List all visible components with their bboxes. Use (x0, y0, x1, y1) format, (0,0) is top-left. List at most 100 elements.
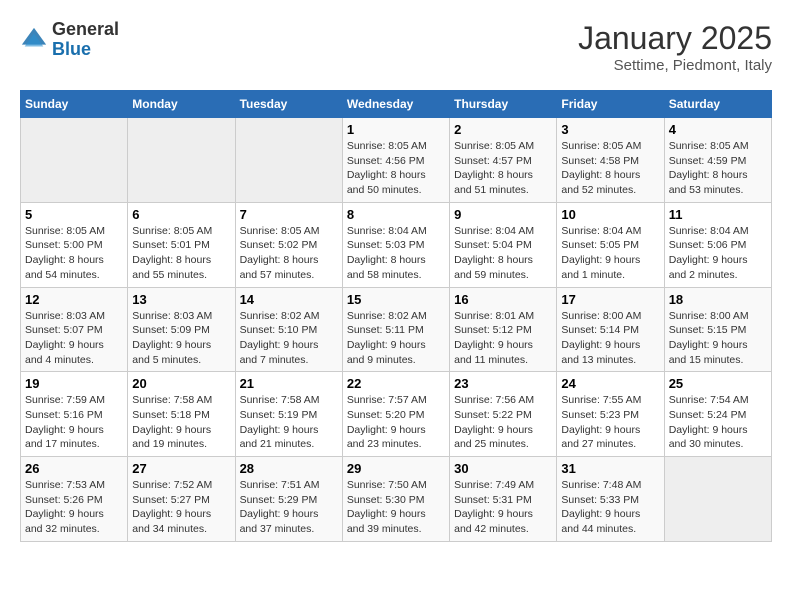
calendar-cell: 4 Sunrise: 8:05 AMSunset: 4:59 PMDaylight… (664, 118, 771, 203)
day-number: 2 (454, 122, 552, 137)
calendar-cell: 21 Sunrise: 7:58 AMSunset: 5:19 PMDayligh… (235, 372, 342, 457)
calendar-cell: 19Sunrise: 7:59 AMSunset: 5:16 PMDayligh… (21, 372, 128, 457)
calendar-cell: 15 Sunrise: 8:02 AMSunset: 5:11 PMDayligh… (342, 287, 449, 372)
logo-general: General (52, 20, 119, 40)
day-number: 30 (454, 461, 552, 476)
calendar-cell: 23 Sunrise: 7:56 AMSunset: 5:22 PMDayligh… (450, 372, 557, 457)
day-info: Sunrise: 8:04 AMSunset: 5:03 PMDaylight:… (347, 224, 445, 283)
logo-icon (20, 26, 48, 54)
day-info: Sunrise: 8:05 AMSunset: 5:01 PMDaylight:… (132, 224, 230, 283)
calendar-cell: 17 Sunrise: 8:00 AMSunset: 5:14 PMDayligh… (557, 287, 664, 372)
day-info: Sunrise: 8:05 AMSunset: 5:02 PMDaylight:… (240, 224, 338, 283)
day-number: 3 (561, 122, 659, 137)
day-info: Sunrise: 8:05 AMSunset: 4:56 PMDaylight:… (347, 139, 445, 198)
day-number: 10 (561, 207, 659, 222)
day-number: 13 (132, 292, 230, 307)
day-info: Sunrise: 7:49 AMSunset: 5:31 PMDaylight:… (454, 478, 552, 537)
day-info: Sunrise: 7:53 AMSunset: 5:26 PMDaylight:… (25, 478, 123, 537)
title-block: January 2025 Settime, Piedmont, Italy (578, 20, 772, 74)
day-info: Sunrise: 7:54 AMSunset: 5:24 PMDaylight:… (669, 393, 767, 452)
day-info: Sunrise: 7:51 AMSunset: 5:29 PMDaylight:… (240, 478, 338, 537)
calendar-cell: 25 Sunrise: 7:54 AMSunset: 5:24 PMDayligh… (664, 372, 771, 457)
day-number: 21 (240, 376, 338, 391)
day-info: Sunrise: 8:02 AMSunset: 5:10 PMDaylight:… (240, 309, 338, 368)
day-info: Sunrise: 7:52 AMSunset: 5:27 PMDaylight:… (132, 478, 230, 537)
day-info: Sunrise: 8:00 AMSunset: 5:14 PMDaylight:… (561, 309, 659, 368)
day-info: Sunrise: 8:04 AMSunset: 5:06 PMDaylight:… (669, 224, 767, 283)
calendar-cell: 13 Sunrise: 8:03 AMSunset: 5:09 PMDayligh… (128, 287, 235, 372)
day-info: Sunrise: 7:55 AMSunset: 5:23 PMDaylight:… (561, 393, 659, 452)
day-info: Sunrise: 7:58 AMSunset: 5:19 PMDaylight:… (240, 393, 338, 452)
calendar-body: 1Sunrise: 8:05 AMSunset: 4:56 PMDaylight… (21, 118, 772, 542)
day-number: 15 (347, 292, 445, 307)
calendar-cell: 28 Sunrise: 7:51 AMSunset: 5:29 PMDayligh… (235, 457, 342, 542)
logo-text: General Blue (52, 20, 119, 60)
calendar-cell: 1Sunrise: 8:05 AMSunset: 4:56 PMDaylight… (342, 118, 449, 203)
day-info: Sunrise: 8:04 AMSunset: 5:04 PMDaylight:… (454, 224, 552, 283)
day-number: 23 (454, 376, 552, 391)
calendar-week-row: 1Sunrise: 8:05 AMSunset: 4:56 PMDaylight… (21, 118, 772, 203)
calendar-cell: 20 Sunrise: 7:58 AMSunset: 5:18 PMDayligh… (128, 372, 235, 457)
day-info: Sunrise: 8:05 AMSunset: 5:00 PMDaylight:… (25, 224, 123, 283)
page-header: General Blue January 2025 Settime, Piedm… (20, 20, 772, 74)
calendar-week-row: 12Sunrise: 8:03 AMSunset: 5:07 PMDayligh… (21, 287, 772, 372)
calendar-cell (235, 118, 342, 203)
day-number: 8 (347, 207, 445, 222)
day-number: 25 (669, 376, 767, 391)
calendar-cell (21, 118, 128, 203)
day-number: 7 (240, 207, 338, 222)
calendar-cell: 5Sunrise: 8:05 AMSunset: 5:00 PMDaylight… (21, 202, 128, 287)
calendar-cell: 8 Sunrise: 8:04 AMSunset: 5:03 PMDaylight… (342, 202, 449, 287)
weekday-header: Tuesday (235, 91, 342, 118)
day-info: Sunrise: 7:50 AMSunset: 5:30 PMDaylight:… (347, 478, 445, 537)
day-number: 4 (669, 122, 767, 137)
day-info: Sunrise: 7:48 AMSunset: 5:33 PMDaylight:… (561, 478, 659, 537)
weekday-header: Sunday (21, 91, 128, 118)
day-number: 9 (454, 207, 552, 222)
day-info: Sunrise: 7:56 AMSunset: 5:22 PMDaylight:… (454, 393, 552, 452)
day-info: Sunrise: 8:03 AMSunset: 5:07 PMDaylight:… (25, 309, 123, 368)
calendar-cell: 3 Sunrise: 8:05 AMSunset: 4:58 PMDaylight… (557, 118, 664, 203)
day-number: 27 (132, 461, 230, 476)
day-info: Sunrise: 7:57 AMSunset: 5:20 PMDaylight:… (347, 393, 445, 452)
calendar-cell: 2 Sunrise: 8:05 AMSunset: 4:57 PMDaylight… (450, 118, 557, 203)
day-info: Sunrise: 8:05 AMSunset: 4:59 PMDaylight:… (669, 139, 767, 198)
day-info: Sunrise: 8:05 AMSunset: 4:57 PMDaylight:… (454, 139, 552, 198)
weekday-header: Monday (128, 91, 235, 118)
calendar-cell: 10Sunrise: 8:04 AMSunset: 5:05 PMDayligh… (557, 202, 664, 287)
calendar-cell: 12Sunrise: 8:03 AMSunset: 5:07 PMDayligh… (21, 287, 128, 372)
calendar-cell: 31Sunrise: 7:48 AMSunset: 5:33 PMDayligh… (557, 457, 664, 542)
calendar-cell: 22Sunrise: 7:57 AMSunset: 5:20 PMDayligh… (342, 372, 449, 457)
day-info: Sunrise: 8:05 AMSunset: 4:58 PMDaylight:… (561, 139, 659, 198)
calendar-cell (664, 457, 771, 542)
logo: General Blue (20, 20, 119, 60)
calendar-cell: 27 Sunrise: 7:52 AMSunset: 5:27 PMDayligh… (128, 457, 235, 542)
day-number: 14 (240, 292, 338, 307)
day-number: 28 (240, 461, 338, 476)
day-number: 20 (132, 376, 230, 391)
day-info: Sunrise: 8:03 AMSunset: 5:09 PMDaylight:… (132, 309, 230, 368)
day-number: 16 (454, 292, 552, 307)
day-info: Sunrise: 8:02 AMSunset: 5:11 PMDaylight:… (347, 309, 445, 368)
calendar-week-row: 5Sunrise: 8:05 AMSunset: 5:00 PMDaylight… (21, 202, 772, 287)
calendar-cell: 11 Sunrise: 8:04 AMSunset: 5:06 PMDayligh… (664, 202, 771, 287)
day-number: 17 (561, 292, 659, 307)
weekday-header: Thursday (450, 91, 557, 118)
calendar-week-row: 26 Sunrise: 7:53 AMSunset: 5:26 PMDayligh… (21, 457, 772, 542)
day-info: Sunrise: 7:58 AMSunset: 5:18 PMDaylight:… (132, 393, 230, 452)
calendar-header: SundayMondayTuesdayWednesdayThursdayFrid… (21, 91, 772, 118)
calendar-cell: 16Sunrise: 8:01 AMSunset: 5:12 PMDayligh… (450, 287, 557, 372)
calendar-cell: 14 Sunrise: 8:02 AMSunset: 5:10 PMDayligh… (235, 287, 342, 372)
day-number: 6 (132, 207, 230, 222)
day-number: 26 (25, 461, 123, 476)
calendar-cell: 24Sunrise: 7:55 AMSunset: 5:23 PMDayligh… (557, 372, 664, 457)
day-number: 11 (669, 207, 767, 222)
calendar-cell (128, 118, 235, 203)
calendar-cell: 29Sunrise: 7:50 AMSunset: 5:30 PMDayligh… (342, 457, 449, 542)
day-info: Sunrise: 8:00 AMSunset: 5:15 PMDaylight:… (669, 309, 767, 368)
weekday-header: Saturday (664, 91, 771, 118)
calendar-cell: 6 Sunrise: 8:05 AMSunset: 5:01 PMDaylight… (128, 202, 235, 287)
calendar-cell: 26 Sunrise: 7:53 AMSunset: 5:26 PMDayligh… (21, 457, 128, 542)
day-info: Sunrise: 7:59 AMSunset: 5:16 PMDaylight:… (25, 393, 123, 452)
calendar-cell: 30 Sunrise: 7:49 AMSunset: 5:31 PMDayligh… (450, 457, 557, 542)
